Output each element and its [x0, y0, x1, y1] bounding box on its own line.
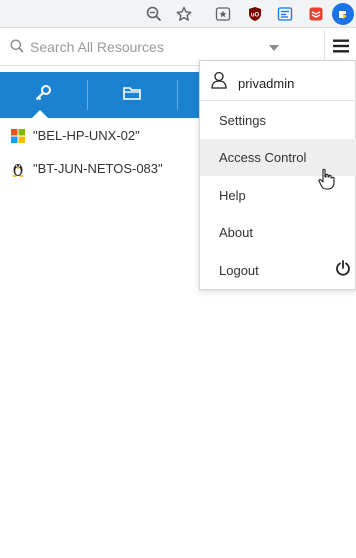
linux-icon: [10, 161, 26, 177]
zoom-out-icon[interactable]: [142, 2, 166, 26]
list-item[interactable]: "BEL-HP-UNX-02": [0, 121, 200, 151]
todoist-icon[interactable]: [304, 2, 328, 26]
windows-icon: [10, 128, 26, 144]
menu-item-label: Access Control: [219, 150, 307, 165]
username: privadmin: [238, 76, 295, 91]
edge-extension-icon[interactable]: [332, 3, 354, 25]
menu-item-about[interactable]: About: [200, 214, 356, 251]
bookmark-star-icon[interactable]: [172, 2, 196, 26]
menu-item-settings[interactable]: Settings: [200, 102, 356, 139]
search-input[interactable]: [30, 37, 260, 57]
menu-item-label: Settings: [219, 113, 266, 128]
hand-cursor-icon: [317, 168, 335, 195]
active-tab-indicator: [31, 110, 49, 119]
resource-name: "BT-JUN-NETOS-083": [33, 161, 163, 176]
search-icon: [10, 39, 24, 58]
resource-name: "BEL-HP-UNX-02": [33, 128, 140, 143]
hamburger-icon: [332, 39, 349, 58]
power-icon: [335, 260, 351, 281]
user-icon: [211, 71, 227, 94]
list-item[interactable]: "BT-JUN-NETOS-083": [0, 154, 200, 184]
ublock-icon[interactable]: uO: [243, 2, 267, 26]
svg-text:uO: uO: [251, 13, 260, 19]
menu-item-label: Help: [219, 188, 246, 203]
extension-shortcut-icon[interactable]: [211, 2, 235, 26]
tab-divider: [177, 80, 178, 110]
menu-item-logout[interactable]: Logout: [200, 252, 356, 289]
folder-icon: [123, 86, 141, 105]
browser-toolbar: uO: [0, 0, 356, 28]
menu-item-label: Logout: [219, 263, 259, 278]
tab-folders[interactable]: [88, 72, 176, 118]
chevron-down-icon[interactable]: [269, 45, 279, 51]
menu-item-label: About: [219, 225, 253, 240]
key-icon: [34, 84, 52, 107]
user-header: privadmin: [200, 61, 356, 101]
reader-extension-icon[interactable]: [273, 2, 297, 26]
